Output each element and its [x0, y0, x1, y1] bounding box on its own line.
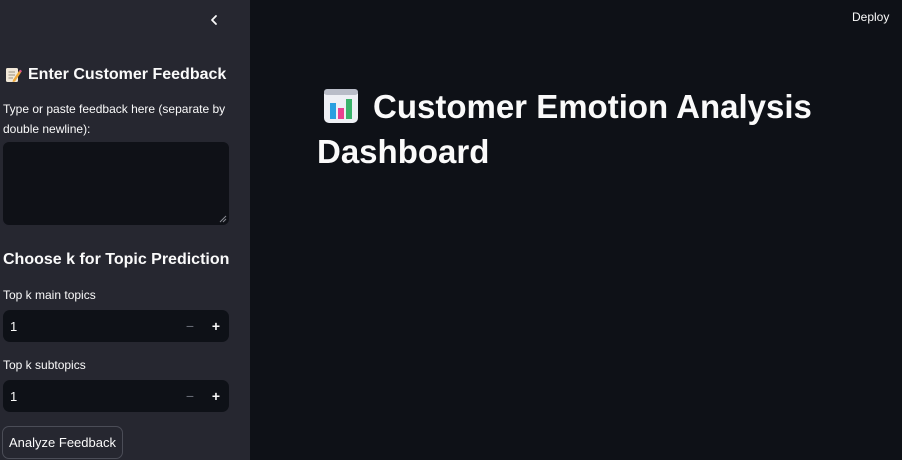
main-topics-decrement-button[interactable]: −: [177, 310, 203, 342]
page-title-text: Customer Emotion Analysis Dashboard: [317, 88, 812, 170]
feedback-section-heading: Enter Customer Feedback: [4, 66, 226, 84]
page-title: Customer Emotion Analysis Dashboard: [317, 84, 877, 174]
memo-icon: [6, 68, 22, 82]
feedback-heading-text: Enter Customer Feedback: [28, 66, 227, 83]
sidebar: Enter Customer Feedback Type or paste fe…: [0, 0, 250, 460]
app-root: Enter Customer Feedback Type or paste fe…: [0, 0, 902, 460]
sidebar-collapse-button[interactable]: [202, 8, 226, 32]
subtopics-decrement-button[interactable]: −: [177, 380, 203, 412]
main-topics-value[interactable]: 1: [3, 319, 177, 334]
main-topics-increment-button[interactable]: +: [203, 310, 229, 342]
subtopics-label: Top k subtopics: [3, 358, 86, 372]
bar-chart-icon: [324, 89, 358, 123]
feedback-input-label: Type or paste feedback here (separate by…: [3, 102, 226, 136]
subtopics-number-input: 1 − +: [3, 380, 229, 412]
feedback-textarea[interactable]: [2, 141, 230, 226]
topic-section-heading: Choose k for Topic Prediction: [3, 251, 230, 268]
chevron-left-icon: [211, 15, 217, 25]
deploy-button[interactable]: Deploy: [846, 8, 895, 26]
resize-handle-icon[interactable]: [219, 215, 227, 223]
subtopics-value[interactable]: 1: [3, 389, 177, 404]
main-topics-number-input: 1 − +: [3, 310, 229, 342]
main-topics-label: Top k main topics: [3, 288, 96, 302]
analyze-feedback-button[interactable]: Analyze Feedback: [2, 426, 123, 459]
page-title-wrap: Customer Emotion Analysis Dashboard: [317, 84, 877, 174]
subtopics-increment-button[interactable]: +: [203, 380, 229, 412]
